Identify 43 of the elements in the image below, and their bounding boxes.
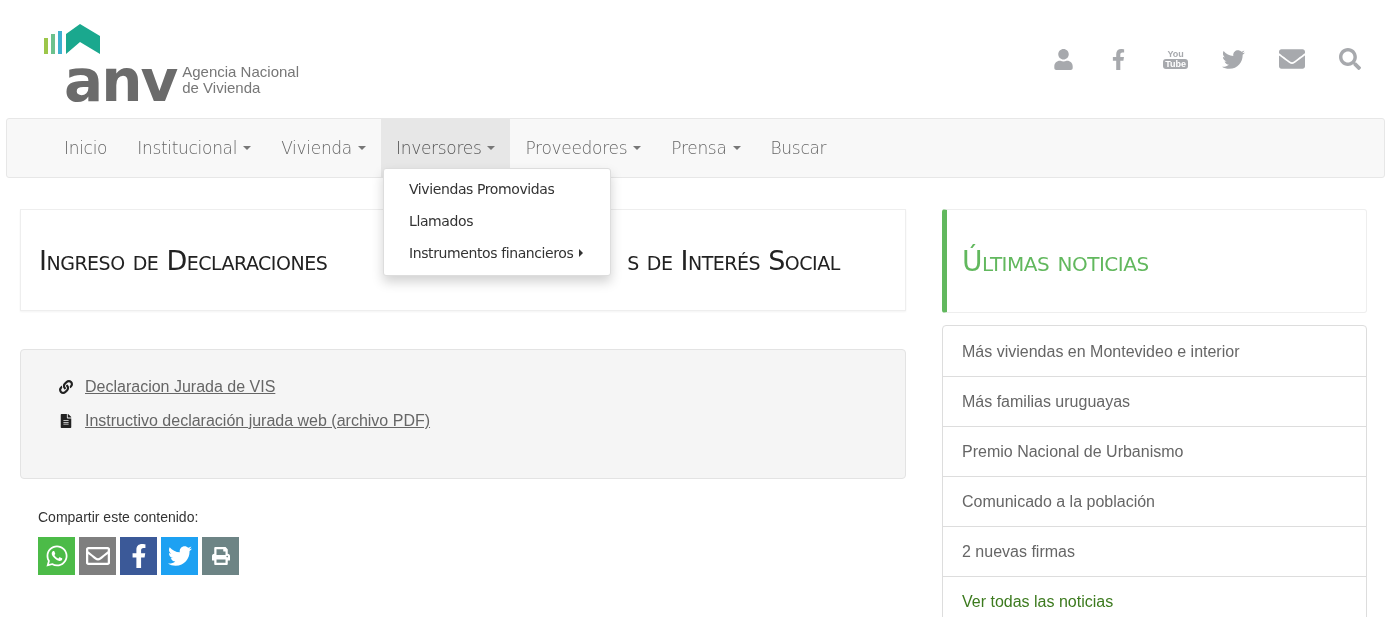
whatsapp-share-button[interactable] bbox=[38, 537, 75, 575]
print-icon bbox=[211, 547, 230, 565]
news-item[interactable]: 2 nuevas firmas bbox=[943, 526, 1366, 576]
logo-wordmark: anv bbox=[64, 56, 177, 106]
nav-item[interactable]: Prensa bbox=[656, 119, 756, 177]
nav-item[interactable]: Inicio bbox=[49, 119, 123, 177]
whatsapp-icon bbox=[44, 544, 69, 568]
news-item[interactable]: Más viviendas en Montevideo e interior bbox=[943, 326, 1366, 376]
search-icon[interactable] bbox=[1339, 48, 1361, 70]
twitter-share-button[interactable] bbox=[161, 537, 198, 575]
link-icon bbox=[59, 380, 73, 394]
page-title: Ingreso de Declaraciones bbox=[39, 244, 328, 276]
dropdown-item[interactable]: Llamados bbox=[384, 205, 610, 237]
caret-icon bbox=[243, 146, 252, 150]
page-title: s de Interés Social bbox=[627, 244, 840, 276]
user-icon[interactable] bbox=[1053, 48, 1075, 70]
email-share-button[interactable] bbox=[79, 537, 116, 575]
all-news-link[interactable]: Ver todas las noticias bbox=[943, 576, 1366, 617]
news-title: Últimas noticias bbox=[962, 244, 1149, 278]
print-share-button[interactable] bbox=[202, 537, 239, 575]
mail-icon[interactable] bbox=[1279, 46, 1305, 72]
file-icon bbox=[59, 414, 73, 428]
document-link[interactable]: Declaracion Jurada de VIS bbox=[85, 378, 276, 396]
nav-item[interactable]: Vivienda bbox=[266, 119, 381, 177]
news-item[interactable]: Comunicado a la población bbox=[943, 476, 1366, 526]
news-item[interactable]: Premio Nacional de Urbanismo bbox=[943, 426, 1366, 476]
submenu-arrow-icon bbox=[579, 249, 584, 257]
logo-name: Agencia Nacional bbox=[182, 64, 299, 80]
news-item[interactable]: Más familias uruguayas bbox=[943, 376, 1366, 426]
caret-icon bbox=[633, 146, 642, 150]
caret-icon bbox=[487, 146, 496, 150]
nav-item[interactable]: Buscar bbox=[755, 119, 842, 177]
nav-item[interactable]: Institucional bbox=[122, 119, 267, 177]
share-label: Compartir este contenido: bbox=[38, 509, 200, 525]
mail-icon bbox=[85, 544, 110, 568]
twitter-icon bbox=[167, 544, 192, 568]
caret-icon bbox=[357, 146, 366, 150]
dropdown-item[interactable]: Instrumentos financieros bbox=[384, 237, 610, 269]
logo-name: de Vivienda bbox=[182, 80, 262, 96]
facebook-share-button[interactable] bbox=[120, 537, 157, 575]
caret-icon bbox=[732, 146, 741, 150]
document-link[interactable]: Instructivo declaración jurada web (archivo PDF) bbox=[85, 412, 431, 430]
twitter-icon[interactable] bbox=[1222, 47, 1245, 71]
